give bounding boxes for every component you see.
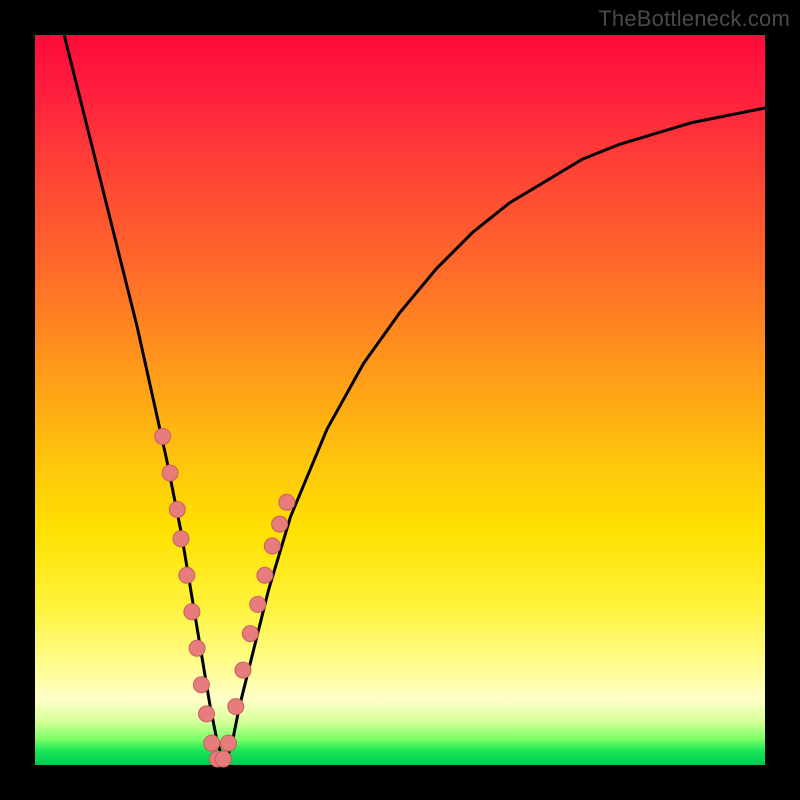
watermark-text: TheBottleneck.com [598, 6, 790, 32]
marker-dot [189, 640, 205, 656]
marker-dot [221, 735, 237, 751]
marker-dot [242, 626, 258, 642]
marker-dot [264, 538, 280, 554]
marker-dot [173, 531, 189, 547]
chart-frame: TheBottleneck.com [0, 0, 800, 800]
marker-dot [215, 751, 231, 767]
marker-dot [257, 567, 273, 583]
bottleneck-curve-path [64, 35, 765, 765]
marker-cluster [155, 429, 295, 768]
marker-dot [169, 502, 185, 518]
marker-dot [235, 662, 251, 678]
marker-dot [199, 706, 215, 722]
marker-dot [162, 465, 178, 481]
bottleneck-curve [64, 35, 765, 765]
marker-dot [279, 494, 295, 510]
marker-dot [228, 699, 244, 715]
curve-layer [35, 35, 765, 765]
marker-dot [250, 596, 266, 612]
marker-dot [193, 677, 209, 693]
marker-dot [184, 604, 200, 620]
marker-dot [155, 429, 171, 445]
marker-dot [272, 516, 288, 532]
marker-dot [179, 567, 195, 583]
marker-dot [204, 735, 220, 751]
plot-area [35, 35, 765, 765]
